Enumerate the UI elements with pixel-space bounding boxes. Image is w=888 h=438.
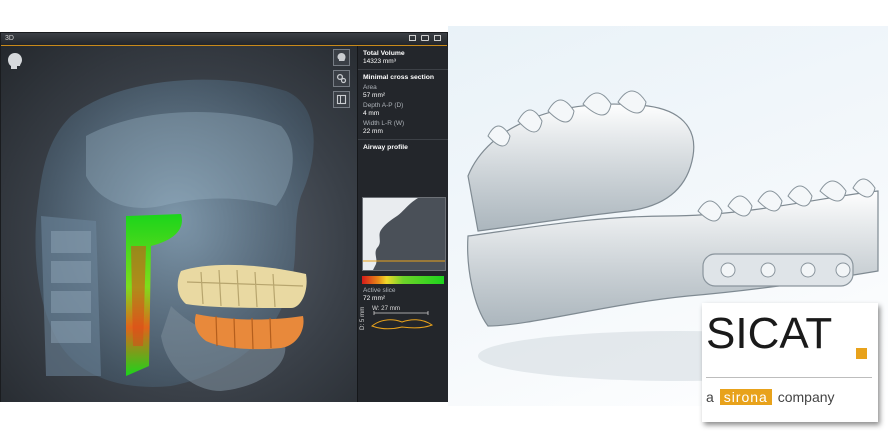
export-icon[interactable]: [421, 35, 429, 41]
airway-profile-graph[interactable]: [362, 197, 446, 271]
3d-viewport[interactable]: [1, 46, 357, 402]
airway-profile-plot: [363, 198, 445, 270]
head-orientation-icon[interactable]: [7, 52, 23, 70]
min-cross-section-title: Minimal cross section: [363, 74, 435, 81]
tagline-prefix: a: [706, 389, 714, 405]
sicat-logo: SICAT a sirona company: [702, 303, 878, 422]
total-volume-section: Total Volume 14323 mm³: [358, 46, 448, 70]
width-value: 22 mm: [363, 128, 383, 135]
window-controls: [409, 35, 441, 41]
view-toolbar: [333, 49, 351, 108]
total-volume-label: Total Volume: [363, 50, 405, 57]
total-volume-value: 14323 mm³: [363, 58, 396, 65]
window-title: 3D: [5, 35, 14, 42]
slice-depth-label: D: 5 mm: [359, 306, 366, 330]
airway-profile-section: Airway profile: [358, 140, 448, 155]
layout-button[interactable]: [333, 91, 350, 108]
cross-section-color-scale: [362, 276, 444, 284]
logo-divider: [706, 377, 872, 378]
title-bar: 3D: [1, 33, 447, 46]
maximize-icon[interactable]: [434, 35, 441, 41]
head-view-icon: [337, 53, 346, 61]
airway-profile-title: Airway profile: [363, 144, 408, 151]
logo-brand: SICAT: [706, 309, 833, 358]
logo-dot: [856, 348, 867, 359]
airway-analysis-panel: Total Volume 14323 mm³ Minimal cross sec…: [357, 46, 448, 402]
logo-tagline: a sirona company: [706, 389, 835, 405]
skull-airway-render: [35, 79, 314, 391]
tagline-sirona: sirona: [719, 389, 772, 405]
head-view-button[interactable]: [333, 49, 350, 66]
settings-gears-icon: [336, 73, 347, 84]
tagline-suffix: company: [777, 389, 835, 405]
settings-button[interactable]: [333, 70, 350, 87]
viewer-window: 3D Total Volume 14323 mm³ Minimal cross …: [0, 32, 448, 402]
active-slice-value: 72 mm²: [363, 295, 386, 302]
depth-value: 4 mm: [363, 110, 380, 117]
camera-icon[interactable]: [409, 35, 416, 41]
layout-icon: [336, 94, 347, 105]
area-value: 57 mm²: [363, 92, 386, 99]
min-cross-section: Minimal cross section Area 57 mm² Depth …: [358, 70, 448, 140]
area-label: Area: [363, 84, 377, 91]
depth-label: Depth A-P (D): [363, 102, 404, 109]
slice-cross-section-shape: [371, 311, 434, 330]
active-slice-label: Active slice: [363, 287, 396, 294]
width-label: Width L-R (W): [363, 120, 405, 127]
